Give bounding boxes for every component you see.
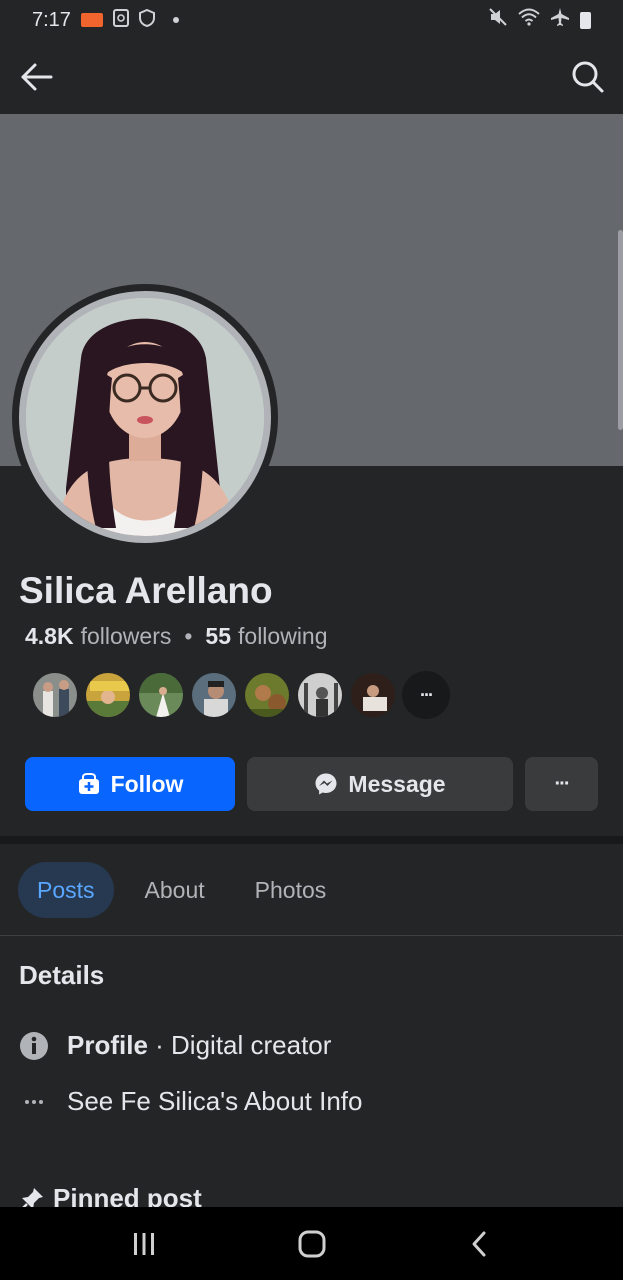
status-right	[488, 7, 591, 33]
video-record-icon	[80, 13, 103, 27]
more-friends-glyph: ···	[420, 684, 434, 705]
arrow-left-icon[interactable]	[18, 58, 56, 96]
messenger-icon	[315, 773, 337, 795]
message-button[interactable]: Message	[247, 757, 513, 811]
ellipsis-icon	[19, 1099, 49, 1104]
status-time: 7:17	[32, 8, 71, 31]
info-icon	[20, 1031, 48, 1060]
details-heading: Details	[19, 960, 105, 990]
detail-profile-label: Profile	[67, 1030, 148, 1060]
battery-icon	[580, 11, 591, 29]
detail-profile-text: Profile · Digital creator	[67, 1030, 331, 1061]
mute-icon	[488, 7, 508, 33]
tab-posts[interactable]: Posts	[18, 862, 114, 918]
search-icon[interactable]	[571, 60, 605, 94]
scrollbar[interactable]	[618, 230, 623, 430]
detail-profile-value: · Digital creator	[147, 1030, 332, 1060]
friend-avatar[interactable]	[243, 671, 291, 719]
wifi-icon	[518, 8, 540, 32]
screenshot-icon	[112, 8, 129, 32]
shield-icon	[138, 8, 155, 32]
follow-label: Follow	[110, 770, 184, 797]
friend-avatar[interactable]	[31, 671, 79, 719]
followers-label[interactable]: followers	[81, 623, 172, 650]
system-nav-bar	[0, 1207, 623, 1280]
top-bar	[0, 40, 623, 114]
recent-apps-icon[interactable]	[129, 1229, 159, 1259]
see-about-info-label: See Fe Silica's About Info	[67, 1086, 363, 1116]
friend-avatar[interactable]	[84, 671, 132, 719]
detail-profile-row: Profile · Digital creator	[19, 1030, 331, 1061]
tabs-divider	[0, 935, 623, 936]
friend-avatar[interactable]	[296, 671, 344, 719]
more-friends-button[interactable]: ···	[402, 671, 450, 719]
home-icon[interactable]	[296, 1228, 328, 1260]
profile-name: Silica Arellano	[19, 570, 273, 611]
tab-photos[interactable]: Photos	[236, 862, 346, 918]
airplane-icon	[550, 7, 570, 33]
following-count[interactable]: 55	[205, 623, 231, 650]
follow-icon	[78, 773, 99, 794]
friend-avatar[interactable]	[137, 671, 185, 719]
back-nav-icon[interactable]	[465, 1229, 495, 1259]
status-bar: 7:17	[0, 0, 623, 40]
profile-tabs: Posts About Photos	[18, 862, 345, 918]
section-divider	[0, 836, 623, 844]
followers-count[interactable]: 4.8K	[25, 623, 74, 650]
stats-separator: •	[184, 623, 193, 649]
more-options-glyph: ···	[554, 772, 571, 795]
profile-picture[interactable]	[19, 291, 271, 543]
friends-avatar-row: ···	[31, 671, 450, 719]
friend-avatar[interactable]	[190, 671, 238, 719]
more-options-button[interactable]: ···	[525, 757, 598, 811]
friend-avatar[interactable]	[349, 671, 397, 719]
dot-icon	[172, 17, 179, 23]
profile-picture-frame	[12, 284, 278, 550]
message-label: Message	[348, 770, 446, 797]
follow-button[interactable]: Follow	[25, 757, 235, 811]
see-about-info-link[interactable]: See Fe Silica's About Info	[19, 1086, 362, 1117]
following-label[interactable]: following	[238, 623, 328, 650]
tab-about[interactable]: About	[126, 862, 224, 918]
status-left: 7:17	[32, 8, 179, 32]
profile-actions: Follow Message ···	[25, 757, 598, 811]
follow-stats: 4.8K followers • 55 following	[25, 623, 328, 650]
